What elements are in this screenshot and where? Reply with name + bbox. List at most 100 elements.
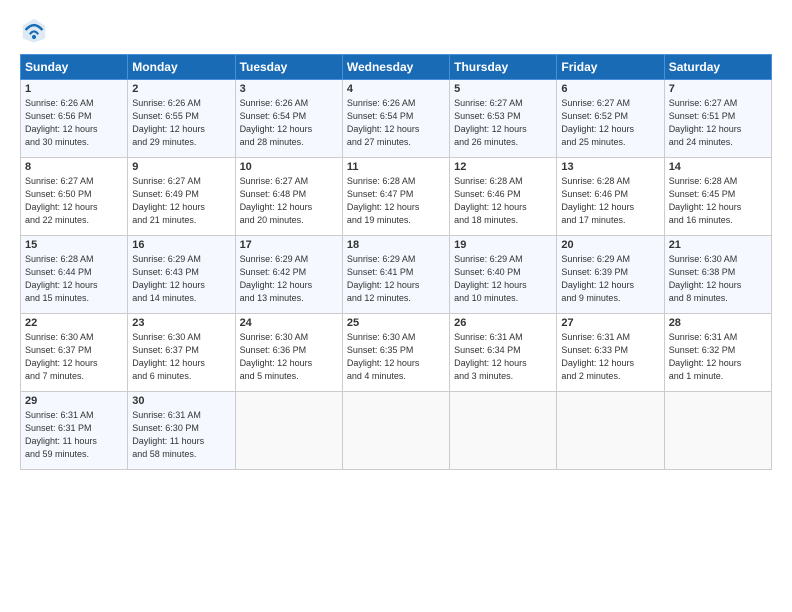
day-number: 20 [561, 239, 659, 251]
calendar-cell: 30 Sunrise: 6:31 AM Sunset: 6:30 PM Dayli… [128, 392, 235, 470]
day-info: Sunrise: 6:30 AM Sunset: 6:37 PM Dayligh… [25, 331, 123, 383]
day-info: Sunrise: 6:31 AM Sunset: 6:33 PM Dayligh… [561, 331, 659, 383]
day-info: Sunrise: 6:27 AM Sunset: 6:53 PM Dayligh… [454, 97, 552, 149]
weekday-header: Tuesday [235, 55, 342, 80]
calendar-week-row: 8 Sunrise: 6:27 AM Sunset: 6:50 PM Daylig… [21, 158, 772, 236]
day-number: 18 [347, 239, 445, 251]
calendar-cell: 8 Sunrise: 6:27 AM Sunset: 6:50 PM Daylig… [21, 158, 128, 236]
calendar-cell: 4Sunrise: 6:26 AM Sunset: 6:54 PM Daylig… [342, 80, 449, 158]
calendar-cell: 25 Sunrise: 6:30 AM Sunset: 6:35 PM Dayli… [342, 314, 449, 392]
calendar-week-row: 29 Sunrise: 6:31 AM Sunset: 6:31 PM Dayli… [21, 392, 772, 470]
calendar-cell: 7 Sunrise: 6:27 AM Sunset: 6:51 PM Daylig… [664, 80, 771, 158]
calendar-cell: 17 Sunrise: 6:29 AM Sunset: 6:42 PM Dayli… [235, 236, 342, 314]
calendar-cell: 23 Sunrise: 6:30 AM Sunset: 6:37 PM Dayli… [128, 314, 235, 392]
day-number: 22 [25, 317, 123, 329]
day-number: 14 [669, 161, 767, 173]
calendar-cell: 18 Sunrise: 6:29 AM Sunset: 6:41 PM Dayli… [342, 236, 449, 314]
calendar-week-row: 1Sunrise: 6:26 AM Sunset: 6:56 PM Daylig… [21, 80, 772, 158]
day-number: 19 [454, 239, 552, 251]
logo-icon [20, 16, 48, 44]
day-info: Sunrise: 6:31 AM Sunset: 6:31 PM Dayligh… [25, 409, 123, 461]
calendar-cell: 13 Sunrise: 6:28 AM Sunset: 6:46 PM Dayli… [557, 158, 664, 236]
calendar-cell: 2 Sunrise: 6:26 AM Sunset: 6:55 PM Daylig… [128, 80, 235, 158]
calendar-cell: 14 Sunrise: 6:28 AM Sunset: 6:45 PM Dayli… [664, 158, 771, 236]
day-info: Sunrise: 6:30 AM Sunset: 6:35 PM Dayligh… [347, 331, 445, 383]
day-info: Sunrise: 6:27 AM Sunset: 6:52 PM Dayligh… [561, 97, 659, 149]
calendar-cell: 19 Sunrise: 6:29 AM Sunset: 6:40 PM Dayli… [450, 236, 557, 314]
day-number: 12 [454, 161, 552, 173]
weekday-header: Friday [557, 55, 664, 80]
day-number: 3 [240, 83, 338, 95]
day-info: Sunrise: 6:28 AM Sunset: 6:46 PM Dayligh… [561, 175, 659, 227]
day-info: Sunrise: 6:28 AM Sunset: 6:44 PM Dayligh… [25, 253, 123, 305]
day-info: Sunrise: 6:26 AM Sunset: 6:55 PM Dayligh… [132, 97, 230, 149]
day-info: Sunrise: 6:27 AM Sunset: 6:51 PM Dayligh… [669, 97, 767, 149]
calendar-week-row: 22 Sunrise: 6:30 AM Sunset: 6:37 PM Dayli… [21, 314, 772, 392]
day-number: 16 [132, 239, 230, 251]
day-info: Sunrise: 6:29 AM Sunset: 6:42 PM Dayligh… [240, 253, 338, 305]
day-info: Sunrise: 6:30 AM Sunset: 6:37 PM Dayligh… [132, 331, 230, 383]
weekday-header: Monday [128, 55, 235, 80]
day-info: Sunrise: 6:28 AM Sunset: 6:47 PM Dayligh… [347, 175, 445, 227]
day-info: Sunrise: 6:29 AM Sunset: 6:40 PM Dayligh… [454, 253, 552, 305]
calendar-cell: 11Sunrise: 6:28 AM Sunset: 6:47 PM Dayli… [342, 158, 449, 236]
calendar-cell: 27Sunrise: 6:31 AM Sunset: 6:33 PM Dayli… [557, 314, 664, 392]
day-info: Sunrise: 6:26 AM Sunset: 6:56 PM Dayligh… [25, 97, 123, 149]
day-number: 24 [240, 317, 338, 329]
day-info: Sunrise: 6:29 AM Sunset: 6:39 PM Dayligh… [561, 253, 659, 305]
day-info: Sunrise: 6:29 AM Sunset: 6:43 PM Dayligh… [132, 253, 230, 305]
calendar-cell: 28 Sunrise: 6:31 AM Sunset: 6:32 PM Dayli… [664, 314, 771, 392]
day-number: 6 [561, 83, 659, 95]
calendar-cell: 21 Sunrise: 6:30 AM Sunset: 6:38 PM Dayli… [664, 236, 771, 314]
calendar-cell: 12Sunrise: 6:28 AM Sunset: 6:46 PM Dayli… [450, 158, 557, 236]
day-number: 8 [25, 161, 123, 173]
day-info: Sunrise: 6:27 AM Sunset: 6:48 PM Dayligh… [240, 175, 338, 227]
day-number: 23 [132, 317, 230, 329]
day-number: 26 [454, 317, 552, 329]
day-info: Sunrise: 6:27 AM Sunset: 6:50 PM Dayligh… [25, 175, 123, 227]
day-number: 25 [347, 317, 445, 329]
calendar-cell [342, 392, 449, 470]
day-info: Sunrise: 6:31 AM Sunset: 6:32 PM Dayligh… [669, 331, 767, 383]
weekday-header: Sunday [21, 55, 128, 80]
calendar-header: SundayMondayTuesdayWednesdayThursdayFrid… [21, 55, 772, 80]
calendar-cell [450, 392, 557, 470]
day-number: 29 [25, 395, 123, 407]
calendar-cell: 10Sunrise: 6:27 AM Sunset: 6:48 PM Dayli… [235, 158, 342, 236]
day-info: Sunrise: 6:26 AM Sunset: 6:54 PM Dayligh… [240, 97, 338, 149]
calendar-table: SundayMondayTuesdayWednesdayThursdayFrid… [20, 54, 772, 470]
calendar-cell: 20 Sunrise: 6:29 AM Sunset: 6:39 PM Dayli… [557, 236, 664, 314]
day-number: 4 [347, 83, 445, 95]
header-row: SundayMondayTuesdayWednesdayThursdayFrid… [21, 55, 772, 80]
weekday-header: Thursday [450, 55, 557, 80]
day-number: 21 [669, 239, 767, 251]
calendar-cell: 5Sunrise: 6:27 AM Sunset: 6:53 PM Daylig… [450, 80, 557, 158]
calendar-cell: 3 Sunrise: 6:26 AM Sunset: 6:54 PM Daylig… [235, 80, 342, 158]
calendar-cell: 29 Sunrise: 6:31 AM Sunset: 6:31 PM Dayli… [21, 392, 128, 470]
day-info: Sunrise: 6:28 AM Sunset: 6:45 PM Dayligh… [669, 175, 767, 227]
day-info: Sunrise: 6:29 AM Sunset: 6:41 PM Dayligh… [347, 253, 445, 305]
day-number: 17 [240, 239, 338, 251]
day-number: 2 [132, 83, 230, 95]
day-number: 7 [669, 83, 767, 95]
calendar-cell: 16 Sunrise: 6:29 AM Sunset: 6:43 PM Dayli… [128, 236, 235, 314]
day-info: Sunrise: 6:30 AM Sunset: 6:38 PM Dayligh… [669, 253, 767, 305]
calendar-week-row: 15 Sunrise: 6:28 AM Sunset: 6:44 PM Dayli… [21, 236, 772, 314]
calendar-cell [557, 392, 664, 470]
day-number: 30 [132, 395, 230, 407]
logo [20, 16, 52, 44]
calendar-cell: 6 Sunrise: 6:27 AM Sunset: 6:52 PM Daylig… [557, 80, 664, 158]
day-number: 15 [25, 239, 123, 251]
day-info: Sunrise: 6:30 AM Sunset: 6:36 PM Dayligh… [240, 331, 338, 383]
calendar-body: 1Sunrise: 6:26 AM Sunset: 6:56 PM Daylig… [21, 80, 772, 470]
weekday-header: Wednesday [342, 55, 449, 80]
day-info: Sunrise: 6:31 AM Sunset: 6:30 PM Dayligh… [132, 409, 230, 461]
day-number: 28 [669, 317, 767, 329]
calendar-cell [664, 392, 771, 470]
calendar-cell: 15 Sunrise: 6:28 AM Sunset: 6:44 PM Dayli… [21, 236, 128, 314]
day-number: 13 [561, 161, 659, 173]
calendar-cell: 24 Sunrise: 6:30 AM Sunset: 6:36 PM Dayli… [235, 314, 342, 392]
day-info: Sunrise: 6:31 AM Sunset: 6:34 PM Dayligh… [454, 331, 552, 383]
weekday-header: Saturday [664, 55, 771, 80]
day-info: Sunrise: 6:27 AM Sunset: 6:49 PM Dayligh… [132, 175, 230, 227]
